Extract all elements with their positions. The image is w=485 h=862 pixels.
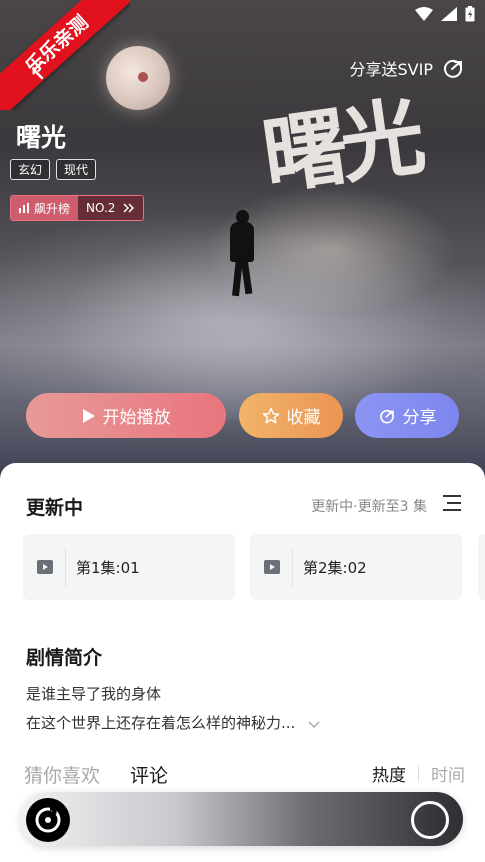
- share-vip-label: 分享送SVIP: [349, 60, 433, 79]
- signal-icon: [441, 7, 457, 21]
- episode-card[interactable]: 第1集:01: [23, 534, 235, 600]
- video-play-icon: [264, 560, 280, 574]
- share-label: 分享: [402, 408, 437, 428]
- tag[interactable]: 玄幻: [10, 159, 51, 180]
- tab-comments[interactable]: 评论: [130, 761, 168, 788]
- double-chevron-right-icon: [123, 203, 135, 213]
- status-bar: [415, 6, 475, 22]
- synopsis-line-1: 是谁主导了我的身体: [26, 685, 162, 703]
- episode-card[interactable]: 第2集:02: [250, 534, 462, 600]
- cover-calligraphy-title: 曙光: [256, 86, 425, 207]
- action-bar: 开始播放 收藏 分享: [26, 393, 459, 438]
- play-button[interactable]: 开始播放: [26, 393, 226, 438]
- mini-player[interactable]: [20, 792, 463, 846]
- favorite-label: 收藏: [286, 408, 321, 428]
- back-button[interactable]: [26, 58, 50, 82]
- sort-hot[interactable]: 热度: [372, 761, 406, 786]
- play-label: 开始播放: [102, 408, 171, 428]
- tab-recommend[interactable]: 猜你喜欢: [24, 761, 100, 788]
- episode-list: 第1集:01 第2集:02: [23, 534, 462, 600]
- star-icon: [262, 407, 279, 423]
- music-disc-icon: [35, 807, 61, 833]
- updates-meta[interactable]: 更新中·更新至3 集: [311, 496, 427, 516]
- episode-label: 第1集:01: [76, 558, 140, 577]
- battery-icon: [465, 6, 475, 22]
- synopsis-title: 剧情简介: [26, 647, 103, 669]
- bar-chart-icon: [19, 203, 29, 213]
- video-play-icon: [37, 560, 53, 574]
- rank-badge[interactable]: 飙升榜 NO.2: [10, 195, 145, 221]
- corner-ribbon: 乐乐亲测: [0, 0, 130, 110]
- episode-label: 第2集:02: [303, 558, 367, 577]
- tag-list: 玄幻 现代: [10, 159, 97, 180]
- episode-list-button[interactable]: [443, 495, 461, 515]
- show-title: 曙光: [16, 123, 67, 152]
- wifi-icon: [415, 7, 433, 21]
- updates-title: 更新中: [26, 497, 84, 519]
- expand-chevron-icon[interactable]: [308, 721, 320, 729]
- player-disc[interactable]: [26, 798, 70, 842]
- favorite-button[interactable]: 收藏: [239, 393, 343, 438]
- play-icon: [82, 408, 95, 423]
- player-control-button[interactable]: [411, 801, 449, 839]
- cover-silhouette: [228, 210, 256, 297]
- rank-value: NO.2: [86, 201, 116, 215]
- synopsis-line-2: 在这个世界上还存在着怎么样的神秘力...: [26, 714, 296, 732]
- share-vip-button[interactable]: 分享送SVIP: [350, 56, 465, 80]
- episode-card-partial[interactable]: [478, 534, 485, 600]
- share-arrow-icon: [444, 59, 462, 78]
- sort-divider: [418, 765, 419, 782]
- comment-sort: 热度 时间: [372, 761, 465, 786]
- chevron-left-icon: [32, 60, 44, 80]
- list-menu-icon: [443, 495, 461, 511]
- ribbon-text: 乐乐亲测: [0, 0, 130, 110]
- tag[interactable]: 现代: [56, 159, 97, 180]
- share-icon: [379, 409, 394, 423]
- rank-label: 飙升榜: [34, 201, 71, 216]
- share-button[interactable]: 分享: [355, 393, 459, 438]
- sort-time[interactable]: 时间: [431, 761, 465, 786]
